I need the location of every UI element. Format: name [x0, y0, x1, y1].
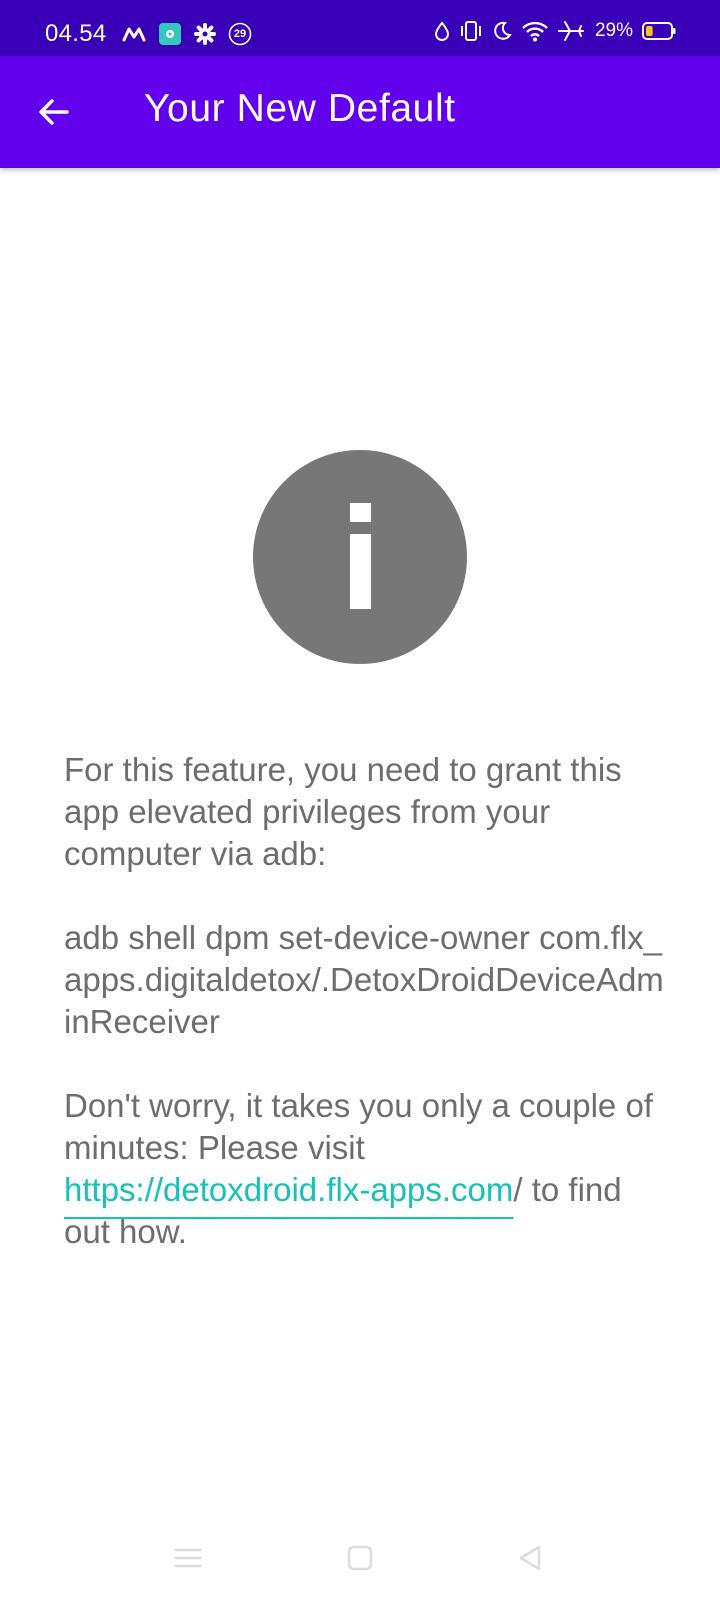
- status-left-icons: 29: [122, 22, 252, 46]
- badge-number: 29: [233, 28, 247, 40]
- wifi-icon: [521, 20, 549, 42]
- info-icon: [253, 450, 467, 664]
- back-button[interactable]: [26, 84, 82, 140]
- intro-text: For this feature, you need to grant this…: [64, 751, 622, 872]
- help-prefix: Don't worry, it takes you only a couple …: [64, 1087, 653, 1166]
- battery-percent: 29%: [594, 20, 633, 41]
- status-bar: 04.54 29 29%: [0, 0, 720, 56]
- vibrate-icon: [459, 20, 483, 42]
- badge-29-icon: 29: [228, 22, 252, 46]
- status-time: 04.54: [45, 20, 107, 47]
- settings-gear-icon: [194, 23, 216, 45]
- adb-command-text: adb shell dpm set-device-owner com.flx_a…: [64, 919, 664, 1040]
- app-bar: Your New Default: [0, 56, 720, 168]
- detoxdroid-website-link[interactable]: https://detoxdroid.flx-apps.com: [64, 1171, 513, 1208]
- airplane-icon: [557, 20, 584, 42]
- m-logo-icon: [122, 26, 146, 42]
- nav-home-button[interactable]: [330, 1528, 390, 1588]
- system-nav-bar: [0, 1528, 720, 1588]
- home-icon: [346, 1544, 374, 1572]
- back-triangle-icon: [516, 1544, 544, 1572]
- app-notification-icon: [158, 22, 182, 46]
- help-text: Don't worry, it takes you only a couple …: [64, 1085, 664, 1253]
- battery-icon: [642, 21, 676, 41]
- menu-icon: [173, 1545, 203, 1571]
- status-right-icons: 29%: [434, 20, 676, 42]
- message-body: For this feature, you need to grant this…: [64, 749, 664, 1295]
- moon-icon: [492, 21, 512, 41]
- nav-menu-button[interactable]: [158, 1528, 218, 1588]
- arrow-back-icon: [36, 94, 72, 130]
- page-title: Your New Default: [144, 87, 456, 130]
- nav-back-button[interactable]: [500, 1528, 560, 1588]
- drop-icon: [434, 21, 450, 41]
